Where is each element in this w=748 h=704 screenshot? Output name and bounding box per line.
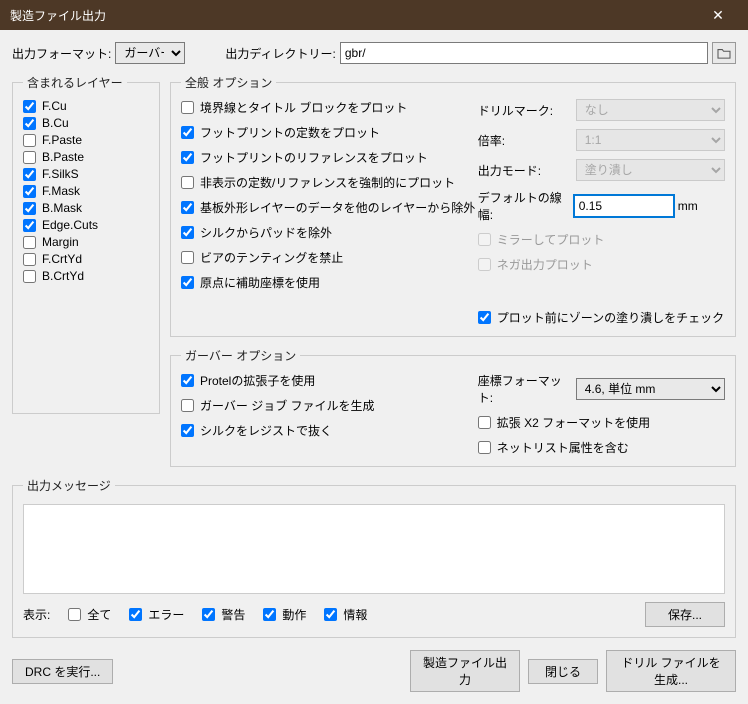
save-button[interactable]: 保存... [645,602,725,627]
opt-force-hidden[interactable]: 非表示の定数/リファレンスを強制的にプロット [181,174,478,191]
scale-row: 倍率: 1:1 [478,129,725,151]
layer-item-F.SilkS[interactable]: F.SilkS [23,167,149,181]
opt-protel[interactable]: Protelの拡張子を使用 [181,372,478,389]
messages-box[interactable] [23,504,725,594]
browse-button[interactable] [712,42,736,64]
window-title: 製造ファイル出力 [10,7,106,24]
mode-select: 塗り潰し [576,159,725,181]
opt-exclude-pads-silk[interactable]: シルクからパッドを除外 [181,224,478,241]
disp-info[interactable]: 情報 [324,606,367,623]
layer-item-B.CrtYd[interactable]: B.CrtYd [23,269,149,283]
layer-item-B.Cu[interactable]: B.Cu [23,116,149,130]
layer-list: F.Cu B.Cu F.Paste B.Paste F.SilkS F.Mask B.Mas… [23,97,149,285]
linewidth-row: デフォルトの線幅: mm [478,189,725,223]
scale-select: 1:1 [576,129,725,151]
general-legend: 全般 オプション [181,74,276,91]
layer-item-F.Paste[interactable]: F.Paste [23,133,149,147]
layer-item-Edge.Cuts[interactable]: Edge.Cuts [23,218,149,232]
gerber-fieldset: ガーバー オプション Protelの拡張子を使用 ガーバー ジョブ ファイルを生… [170,347,736,467]
close-button[interactable]: 閉じる [528,659,598,684]
layers-legend: 含まれるレイヤー [23,74,127,91]
general-fieldset: 全般 オプション 境界線とタイトル ブロックをプロット フットプリントの定数をプ… [170,74,736,337]
linewidth-input[interactable] [574,195,674,217]
close-icon[interactable]: ✕ [698,7,738,24]
opt-fp-refs[interactable]: フットプリントのリファレンスをプロット [181,149,478,166]
opt-netlist[interactable]: ネットリスト属性を含む [478,439,725,456]
disp-action[interactable]: 動作 [263,606,306,623]
format-label: 出力フォーマット: [12,45,111,62]
gerber-legend: ガーバー オプション [181,347,300,364]
opt-negative: ネガ出力プロット [478,256,725,273]
display-label: 表示: [23,606,50,623]
messages-fieldset: 出力メッセージ 表示: 全て エラー 警告 動作 情報 保存... [12,477,736,638]
outdir-label: 出力ディレクトリー: [225,45,336,62]
drill-button[interactable]: ドリル ファイルを生成... [606,650,736,692]
opt-x2[interactable]: 拡張 X2 フォーマットを使用 [478,414,725,431]
opt-exclude-edge[interactable]: 基板外形レイヤーのデータを他のレイヤーから除外 [181,199,478,216]
opt-fp-values[interactable]: フットプリントの定数をプロット [181,124,478,141]
folder-icon [717,47,731,59]
layer-item-B.Mask[interactable]: B.Mask [23,201,149,215]
opt-subtract-silk[interactable]: シルクをレジストで抜く [181,422,478,439]
opt-aux-origin[interactable]: 原点に補助座標を使用 [181,274,478,291]
plot-button[interactable]: 製造ファイル出力 [410,650,520,692]
layer-item-Margin[interactable]: Margin [23,235,149,249]
layer-item-B.Paste[interactable]: B.Paste [23,150,149,164]
opt-mirror: ミラーしてプロット [478,231,725,248]
layer-item-F.CrtYd[interactable]: F.CrtYd [23,252,149,266]
opt-border-title[interactable]: 境界線とタイトル ブロックをプロット [181,99,478,116]
disp-warn[interactable]: 警告 [202,606,245,623]
layers-fieldset: 含まれるレイヤー F.CuB.CuF.PasteB.PasteF.SilkSF.… [12,74,160,414]
disp-all[interactable]: 全て [68,606,111,623]
layer-item-F.Mask[interactable]: F.Mask [23,184,149,198]
titlebar: 製造ファイル出力 ✕ [0,0,748,30]
disp-error[interactable]: エラー [129,606,184,623]
mode-row: 出力モード: 塗り潰し [478,159,725,181]
layer-item-F.Cu[interactable]: F.Cu [23,99,149,113]
messages-legend: 出力メッセージ [23,477,115,494]
coord-fmt-select[interactable]: 4.6, 単位 mm [576,378,725,400]
drc-button[interactable]: DRC を実行... [12,659,113,684]
format-select[interactable]: ガーバー [115,42,185,64]
coord-fmt-row: 座標フォーマット: 4.6, 単位 mm [478,372,725,406]
opt-jobfile[interactable]: ガーバー ジョブ ファイルを生成 [181,397,478,414]
opt-zone-check[interactable]: プロット前にゾーンの塗り潰しをチェック [478,309,725,326]
outdir-input[interactable] [340,42,708,64]
drill-mark-select: なし [576,99,725,121]
opt-no-via-tent[interactable]: ビアのテンティングを禁止 [181,249,478,266]
drill-mark-row: ドリルマーク: なし [478,99,725,121]
